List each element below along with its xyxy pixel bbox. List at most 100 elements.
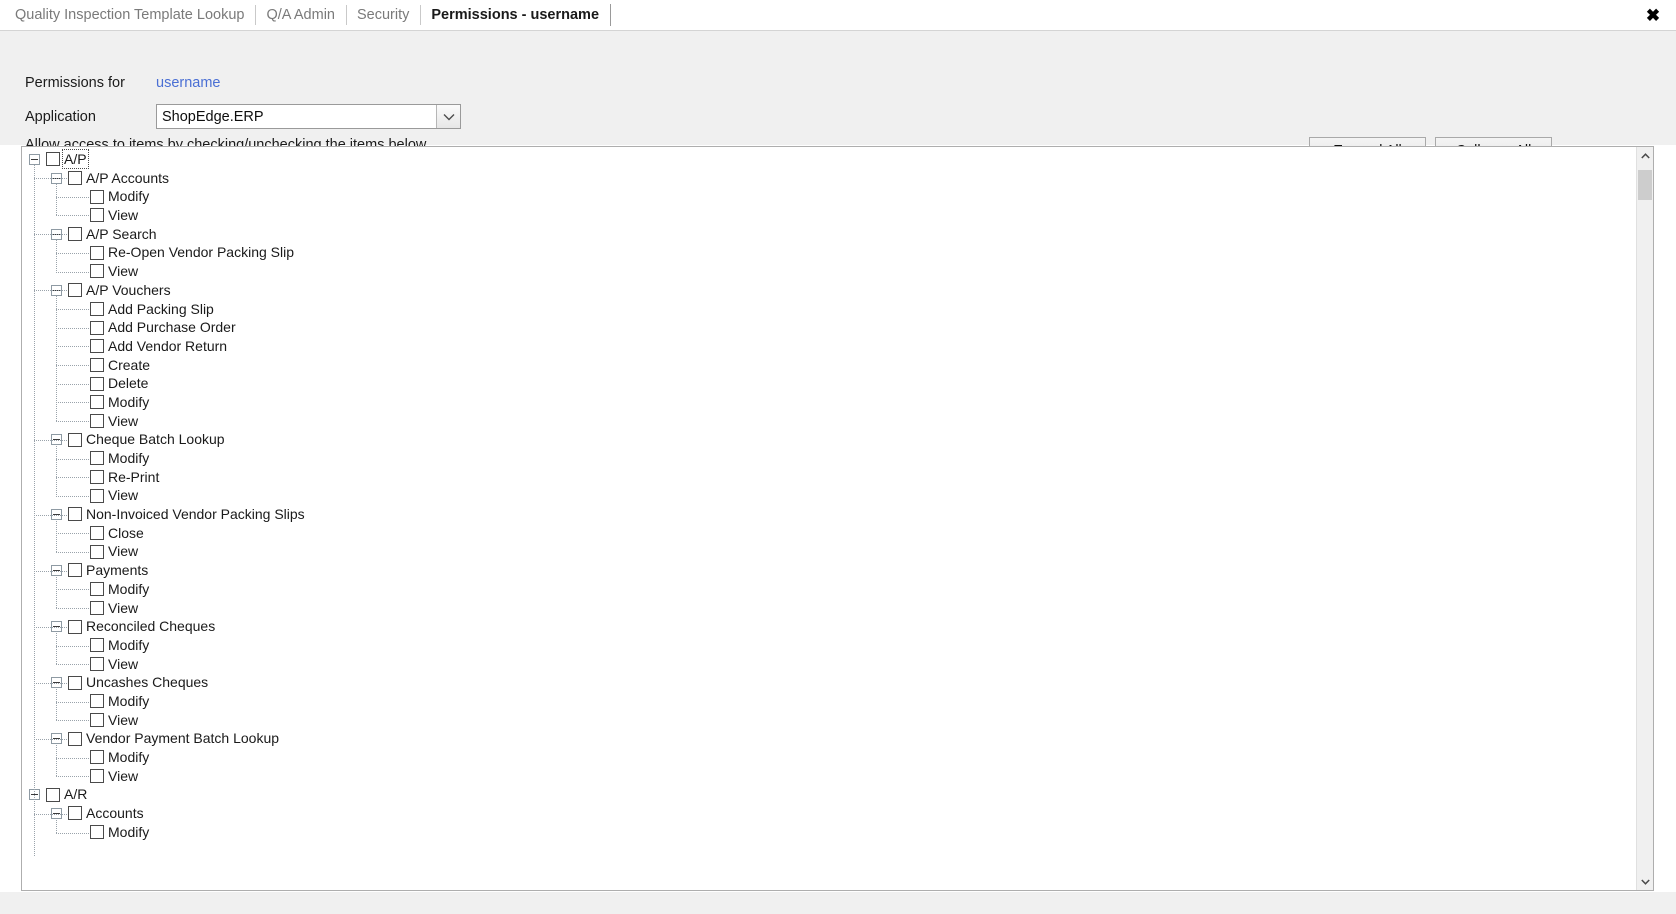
tree-node-checkbox[interactable]: [90, 301, 104, 316]
tree-node-checkbox[interactable]: [68, 563, 82, 578]
tree-node[interactable]: Cheque Batch Lookup: [22, 430, 1636, 449]
tree-node-checkbox[interactable]: [68, 171, 82, 186]
tab-label: Q/A Admin: [266, 7, 335, 23]
tree-node-checkbox[interactable]: [68, 283, 82, 298]
chevron-down-icon[interactable]: [436, 105, 460, 128]
tree-node[interactable]: Modify: [22, 823, 1636, 842]
tree-guide-line: [56, 720, 89, 722]
tree-node-checkbox[interactable]: [90, 376, 104, 391]
tree-node[interactable]: View: [22, 655, 1636, 674]
tree-node[interactable]: View: [22, 262, 1636, 281]
tree-node[interactable]: View: [22, 206, 1636, 225]
scroll-up-icon[interactable]: [1637, 147, 1653, 164]
tree-node-checkbox[interactable]: [90, 245, 104, 260]
tree-node-checkbox[interactable]: [90, 189, 104, 204]
tree-node-checkbox[interactable]: [68, 675, 82, 690]
tree-node[interactable]: Accounts: [22, 804, 1636, 823]
scroll-down-icon[interactable]: [1637, 873, 1653, 890]
tree-node[interactable]: View: [22, 486, 1636, 505]
tree-node-checkbox[interactable]: [90, 339, 104, 354]
tree-node-checkbox[interactable]: [68, 227, 82, 242]
tree-node-checkbox[interactable]: [90, 600, 104, 615]
tree-node-checkbox[interactable]: [90, 582, 104, 597]
tree-node-checkbox[interactable]: [90, 526, 104, 541]
tree-node[interactable]: Modify: [22, 692, 1636, 711]
tree-node-checkbox[interactable]: [90, 712, 104, 727]
tree-node-checkbox[interactable]: [90, 656, 104, 671]
tree-node-checkbox[interactable]: [68, 731, 82, 746]
tree-node[interactable]: A/P Vouchers: [22, 281, 1636, 300]
tree-node-label: Cheque Batch Lookup: [86, 431, 225, 448]
tree-node[interactable]: Re-Print: [22, 468, 1636, 487]
application-row: Application ShopEdge.ERP: [25, 104, 461, 129]
tree-node[interactable]: View: [22, 412, 1636, 431]
tab-qa-admin[interactable]: Q/A Admin: [255, 0, 346, 30]
tree-guide-line: [56, 445, 57, 496]
tree-vertical-scrollbar[interactable]: [1636, 147, 1653, 890]
tree-node[interactable]: Modify: [22, 748, 1636, 767]
tree-node[interactable]: A/R: [22, 785, 1636, 804]
tree-node-checkbox[interactable]: [68, 432, 82, 447]
tree-node-checkbox[interactable]: [90, 413, 104, 428]
application-select[interactable]: ShopEdge.ERP: [156, 104, 461, 129]
tree-node[interactable]: Reconciled Cheques: [22, 617, 1636, 636]
tree-node[interactable]: View: [22, 711, 1636, 730]
tree-node[interactable]: Non-Invoiced Vendor Packing Slips: [22, 505, 1636, 524]
tree-node[interactable]: A/P Accounts: [22, 169, 1636, 188]
tree-node[interactable]: Create: [22, 356, 1636, 375]
tree-node-checkbox[interactable]: [46, 152, 60, 167]
tree-node[interactable]: Modify: [22, 393, 1636, 412]
scrollbar-track[interactable]: [1637, 164, 1653, 873]
close-icon[interactable]: ✖: [1640, 0, 1666, 31]
tree-node[interactable]: View: [22, 767, 1636, 786]
tree-node[interactable]: View: [22, 599, 1636, 618]
tree-node[interactable]: Delete: [22, 374, 1636, 393]
tree-node-checkbox[interactable]: [90, 470, 104, 485]
tree-guide-line: [56, 819, 57, 833]
tree-node-collapse-icon[interactable]: [29, 153, 40, 165]
tree-node-checkbox[interactable]: [90, 451, 104, 466]
tree-node[interactable]: Add Vendor Return: [22, 337, 1636, 356]
tree-node-checkbox[interactable]: [68, 806, 82, 821]
tab-permissions-username[interactable]: Permissions - username: [420, 0, 611, 30]
tree-node[interactable]: Add Purchase Order: [22, 318, 1636, 337]
tree-node-checkbox[interactable]: [90, 638, 104, 653]
tree-node-label: Add Vendor Return: [108, 337, 228, 354]
tree-node[interactable]: Uncashes Cheques: [22, 673, 1636, 692]
tree-node-checkbox[interactable]: [90, 208, 104, 223]
tree-node[interactable]: Re-Open Vendor Packing Slip: [22, 243, 1636, 262]
tree-node[interactable]: Payments: [22, 561, 1636, 580]
tree-node-checkbox[interactable]: [90, 769, 104, 784]
tree-node-checkbox[interactable]: [90, 825, 104, 840]
permissions-for-label: Permissions for: [25, 75, 125, 91]
tree-node-checkbox[interactable]: [90, 357, 104, 372]
tree-node[interactable]: A/P: [22, 149, 1636, 169]
tree-node[interactable]: Modify: [22, 187, 1636, 206]
tree-guide-line: [56, 664, 89, 666]
tree-node-checkbox[interactable]: [90, 395, 104, 410]
tree-node[interactable]: Modify: [22, 636, 1636, 655]
tab-security[interactable]: Security: [345, 0, 421, 30]
tree-node[interactable]: Modify: [22, 580, 1636, 599]
tab-label: Security: [356, 7, 410, 23]
tab-quality-inspection-template-lookup[interactable]: Quality Inspection Template Lookup: [4, 0, 256, 30]
tree-node-checkbox[interactable]: [46, 787, 60, 802]
tree-node-checkbox[interactable]: [90, 320, 104, 335]
tree-node-label: View: [108, 487, 139, 504]
tree-guide-line: [56, 495, 89, 497]
tree-node[interactable]: View: [22, 542, 1636, 561]
tree-node[interactable]: Modify: [22, 449, 1636, 468]
tree-node[interactable]: Vendor Payment Batch Lookup: [22, 729, 1636, 748]
tree-node-checkbox[interactable]: [90, 694, 104, 709]
tree-node-checkbox[interactable]: [68, 619, 82, 634]
tree-node-checkbox[interactable]: [90, 264, 104, 279]
tree-node-checkbox[interactable]: [68, 507, 82, 522]
tree-node-checkbox[interactable]: [90, 488, 104, 503]
tree-node[interactable]: Close: [22, 524, 1636, 543]
tree-node-checkbox[interactable]: [90, 544, 104, 559]
tree-node[interactable]: Add Packing Slip: [22, 300, 1636, 319]
tree-node[interactable]: A/P Search: [22, 225, 1636, 244]
scrollbar-thumb[interactable]: [1638, 170, 1652, 200]
username-link[interactable]: username: [156, 75, 220, 91]
tree-node-checkbox[interactable]: [90, 750, 104, 765]
